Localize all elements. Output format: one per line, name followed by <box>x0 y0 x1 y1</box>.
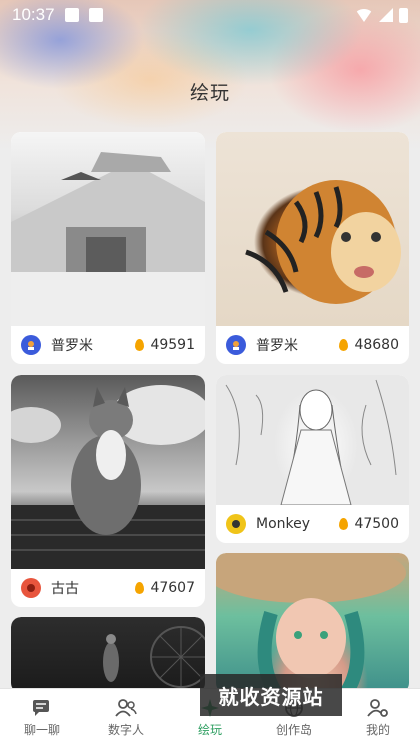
likes-value: 47500 <box>354 516 399 532</box>
flame-icon <box>339 339 349 351</box>
chat-icon <box>33 699 49 716</box>
author-name[interactable]: 普罗米 <box>256 335 298 355</box>
artwork-image[interactable] <box>216 553 409 693</box>
artwork-card[interactable]: 古古 47607 <box>11 375 205 607</box>
likes-count: 48680 <box>339 337 399 353</box>
watermark-overlay: 就收资源站 <box>200 674 342 716</box>
page-title: 绘玩 <box>189 82 230 104</box>
artwork-image[interactable] <box>11 617 205 693</box>
nav-item-mine[interactable]: 我的 <box>336 689 420 746</box>
card-meta: Monkey 47500 <box>216 505 409 543</box>
avatar[interactable] <box>226 335 246 355</box>
author-name[interactable]: Monkey <box>256 516 310 532</box>
likes-value: 47607 <box>150 580 195 596</box>
artwork-card[interactable]: 普罗米 48680 <box>216 132 409 364</box>
text-notification-icon <box>88 8 103 22</box>
likes-count: 47607 <box>135 580 195 596</box>
artwork-image[interactable] <box>11 375 205 569</box>
nav-item-chat[interactable]: 聊一聊 <box>0 689 84 746</box>
nav-label: 创作岛 <box>275 722 312 737</box>
artwork-image[interactable] <box>216 132 409 326</box>
artwork-card[interactable]: Monkey 47500 <box>216 375 409 543</box>
avatar[interactable] <box>226 514 246 534</box>
author-name[interactable]: 古古 <box>51 578 79 598</box>
nav-item-digital-human[interactable]: 数字人 <box>84 689 168 746</box>
card-meta: 古古 47607 <box>11 569 205 607</box>
flame-icon <box>339 518 349 530</box>
artwork-image[interactable] <box>216 375 409 505</box>
artwork-image[interactable] <box>11 132 205 326</box>
nav-label: 绘玩 <box>197 722 222 737</box>
people-icon <box>115 698 137 717</box>
likes-count: 49591 <box>135 337 195 353</box>
image-notification-icon <box>64 8 79 22</box>
nav-label: 数字人 <box>107 722 144 737</box>
likes-value: 49591 <box>150 337 195 353</box>
signal-icon <box>379 8 393 22</box>
nav-label: 聊一聊 <box>23 722 60 737</box>
nav-label: 我的 <box>365 722 390 737</box>
battery-icon <box>399 7 408 23</box>
artwork-card[interactable] <box>11 617 205 693</box>
author-name[interactable]: 普罗米 <box>51 335 93 355</box>
avatar[interactable] <box>21 578 41 598</box>
likes-value: 48680 <box>354 337 399 353</box>
likes-count: 47500 <box>339 516 399 532</box>
flame-icon <box>135 582 145 594</box>
card-meta: 普罗米 48680 <box>216 326 409 364</box>
card-meta: 普罗米 49591 <box>11 326 205 364</box>
wifi-icon <box>355 8 373 22</box>
user-settings-icon <box>367 698 388 717</box>
artwork-card[interactable]: 普罗米 49591 <box>11 132 205 364</box>
status-time: 10:37 <box>12 5 55 24</box>
flame-icon <box>135 339 145 351</box>
artwork-card[interactable] <box>216 553 409 693</box>
avatar[interactable] <box>21 335 41 355</box>
status-bar: 10:37 <box>0 0 420 30</box>
